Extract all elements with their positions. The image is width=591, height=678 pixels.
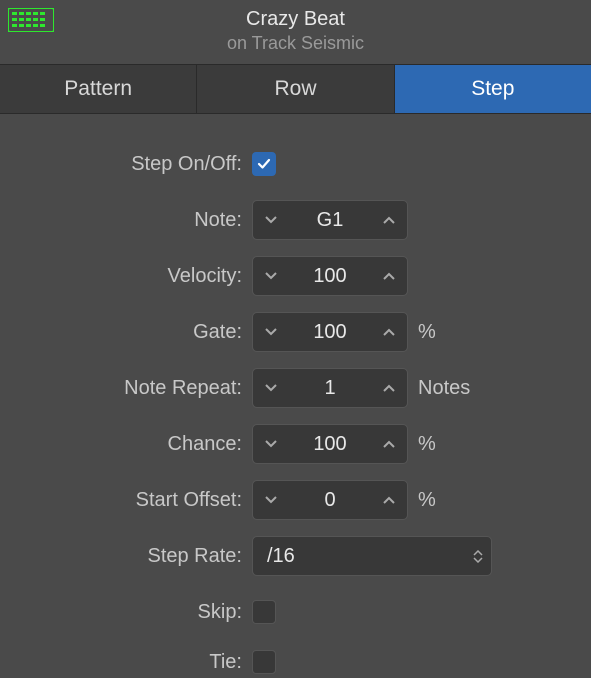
check-icon (256, 156, 272, 172)
chevron-up-icon (382, 271, 396, 281)
chance-value[interactable]: 100 (289, 433, 371, 456)
step-onoff-checkbox[interactable] (252, 152, 276, 176)
skip-label: Skip: (0, 601, 252, 624)
start-offset-increment[interactable] (371, 481, 407, 519)
chevron-up-icon (382, 495, 396, 505)
step-rate-value: /16 (267, 545, 473, 568)
note-value[interactable]: G1 (289, 209, 371, 232)
inspector-tabs: Pattern Row Step (0, 64, 591, 114)
skip-checkbox[interactable] (252, 600, 276, 624)
chevron-up-icon (382, 327, 396, 337)
note-repeat-unit: Notes (418, 377, 470, 400)
step-form: Step On/Off: Note: G1 Velocity: 100 (0, 114, 591, 676)
velocity-stepper[interactable]: 100 (252, 256, 408, 296)
track-type-icon (8, 8, 54, 38)
step-onoff-label: Step On/Off: (0, 153, 252, 176)
step-rate-select[interactable]: /16 (252, 536, 492, 576)
tie-label: Tie: (0, 651, 252, 674)
panel-header: Crazy Beat on Track Seismic (0, 0, 591, 64)
start-offset-unit: % (418, 489, 436, 512)
chevron-down-icon (264, 215, 278, 225)
chevron-down-icon (264, 495, 278, 505)
gate-decrement[interactable] (253, 313, 289, 351)
tie-checkbox[interactable] (252, 650, 276, 674)
note-repeat-value[interactable]: 1 (289, 377, 371, 400)
chance-label: Chance: (0, 433, 252, 456)
note-repeat-label: Note Repeat: (0, 377, 252, 400)
velocity-label: Velocity: (0, 265, 252, 288)
chevron-down-icon (264, 271, 278, 281)
chance-increment[interactable] (371, 425, 407, 463)
velocity-value[interactable]: 100 (289, 265, 371, 288)
chevron-down-icon (264, 383, 278, 393)
start-offset-label: Start Offset: (0, 489, 252, 512)
chevron-down-icon (264, 439, 278, 449)
note-label: Note: (0, 209, 252, 232)
chevron-up-icon (382, 383, 396, 393)
start-offset-stepper[interactable]: 0 (252, 480, 408, 520)
gate-unit: % (418, 321, 436, 344)
note-stepper[interactable]: G1 (252, 200, 408, 240)
chance-stepper[interactable]: 100 (252, 424, 408, 464)
gate-stepper[interactable]: 100 (252, 312, 408, 352)
start-offset-decrement[interactable] (253, 481, 289, 519)
gate-increment[interactable] (371, 313, 407, 351)
chevron-up-icon (382, 215, 396, 225)
gate-label: Gate: (0, 321, 252, 344)
chance-decrement[interactable] (253, 425, 289, 463)
velocity-decrement[interactable] (253, 257, 289, 295)
tab-row[interactable]: Row (197, 65, 394, 114)
chance-unit: % (418, 433, 436, 456)
region-title: Crazy Beat (0, 8, 591, 31)
note-repeat-decrement[interactable] (253, 369, 289, 407)
velocity-increment[interactable] (371, 257, 407, 295)
gate-value[interactable]: 100 (289, 321, 371, 344)
note-increment[interactable] (371, 201, 407, 239)
start-offset-value[interactable]: 0 (289, 489, 371, 512)
note-repeat-stepper[interactable]: 1 (252, 368, 408, 408)
step-rate-label: Step Rate: (0, 545, 252, 568)
chevron-up-icon (382, 439, 396, 449)
note-decrement[interactable] (253, 201, 289, 239)
tab-step[interactable]: Step (395, 65, 591, 114)
track-subtitle: on Track Seismic (0, 33, 591, 54)
tab-pattern[interactable]: Pattern (0, 65, 197, 114)
note-repeat-increment[interactable] (371, 369, 407, 407)
chevron-down-icon (264, 327, 278, 337)
select-arrows-icon (473, 550, 483, 563)
